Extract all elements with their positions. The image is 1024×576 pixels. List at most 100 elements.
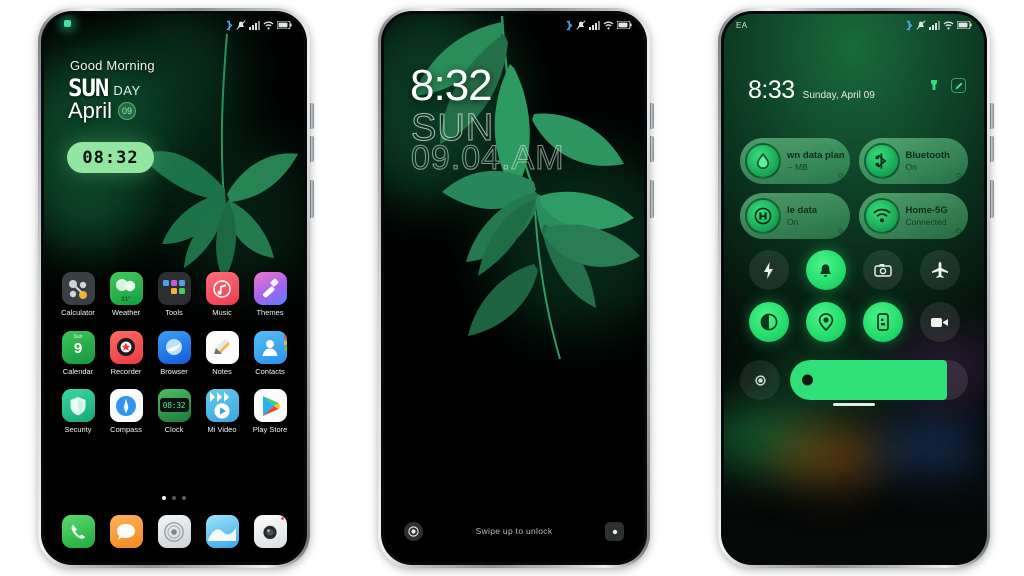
gallery-icon[interactable] — [205, 515, 239, 548]
tile-data-plan[interactable]: wn data plan -- MB — [740, 138, 850, 184]
voice-assistant-icon[interactable] — [404, 521, 423, 541]
tile-expand-dot[interactable] — [837, 173, 843, 178]
signal-icon — [249, 20, 260, 30]
app-clock[interactable]: 08:32 Clock — [150, 389, 198, 434]
status-bar — [384, 14, 644, 36]
date-number-badge: 09 — [118, 102, 137, 120]
cast-toggle[interactable] — [862, 302, 903, 342]
tile-expand-dot[interactable] — [837, 228, 843, 233]
tile-wifi[interactable]: Home-5G Connected — [858, 193, 968, 239]
dark-mode-toggle[interactable] — [748, 302, 789, 342]
app-label: Recorder — [110, 366, 142, 376]
app-calendar[interactable]: Sun 9 Calendar — [54, 330, 102, 376]
app-weather[interactable]: 31° Weather — [102, 272, 150, 317]
clock-widget[interactable]: 08:32 — [67, 142, 154, 173]
brightness-icon[interactable] — [740, 360, 780, 400]
page-indicator — [44, 496, 304, 500]
phone3-screen: EA 8:33 Sunday, April 09 wn data plan --… — [724, 14, 984, 562]
app-label: Browser — [160, 366, 188, 376]
control-center-header-icons — [926, 78, 966, 93]
tile-mobile-data[interactable]: le data On — [740, 193, 850, 239]
tile-bluetooth[interactable]: Bluetooth On — [858, 138, 968, 184]
recorder-icon — [109, 330, 143, 364]
unlock-hint: Swipe up to unlock — [475, 526, 553, 536]
app-themes[interactable]: Themes — [246, 272, 294, 317]
app-label: Calendar — [62, 366, 94, 376]
airplane-toggle[interactable] — [919, 250, 960, 290]
tile-expand-dot[interactable] — [956, 228, 961, 233]
brightness-slider[interactable] — [790, 360, 968, 400]
app-contacts[interactable]: Contacts — [246, 330, 294, 376]
power-button[interactable] — [310, 180, 314, 218]
volume-up-button[interactable] — [310, 103, 314, 129]
volume-up-button[interactable] — [990, 103, 994, 129]
location-toggle[interactable] — [805, 302, 846, 342]
camera-icon[interactable] — [253, 515, 287, 548]
edit-icon[interactable] — [951, 78, 966, 93]
calendar-date: 9 — [73, 339, 83, 357]
notes-icon — [205, 330, 239, 364]
app-security[interactable]: Security — [54, 389, 102, 434]
settings-icon[interactable] — [157, 515, 191, 548]
clock-icon-time: 08:32 — [162, 401, 186, 410]
data-plan-icon[interactable] — [745, 143, 781, 179]
wifi-icon[interactable] — [863, 198, 900, 234]
messages-icon[interactable] — [109, 515, 143, 548]
volume-down-button[interactable] — [310, 136, 314, 162]
battery-icon — [957, 21, 972, 29]
page-dot[interactable] — [162, 496, 166, 500]
app-play-store[interactable]: Play Store — [246, 389, 294, 434]
lockscreen-datetime: 09.04.AM — [411, 139, 565, 177]
app-music[interactable]: Music — [198, 272, 246, 317]
tile-subtitle: -- MB — [787, 161, 808, 172]
app-compass[interactable]: Compass — [102, 389, 150, 434]
compass-icon — [109, 389, 143, 422]
screenshot-toggle[interactable] — [862, 250, 903, 290]
phone3-bezel: EA 8:33 Sunday, April 09 wn data plan --… — [721, 11, 987, 565]
app-mi-video[interactable]: Mi Video — [198, 389, 246, 434]
brightness-slider-knob[interactable] — [802, 374, 813, 386]
page-dot[interactable] — [182, 496, 186, 500]
volume-down-button[interactable] — [650, 136, 654, 162]
phone-icon[interactable] — [61, 515, 95, 548]
tile-title: Home-5G — [905, 204, 948, 216]
greeting-text: Good Morning — [70, 58, 155, 73]
tile-title: Bluetooth — [905, 149, 950, 161]
app-browser[interactable]: Browser — [150, 330, 198, 376]
bluetooth-icon — [906, 20, 913, 30]
video-camera-icon — [931, 317, 948, 327]
camera-icon[interactable] — [605, 521, 624, 541]
mobile-data-icon[interactable] — [745, 198, 781, 234]
app-calculator[interactable]: Calculator — [54, 272, 102, 317]
flashlight-icon[interactable] — [926, 78, 941, 93]
power-button[interactable] — [650, 180, 654, 218]
phone1-screen: Good Morning SUN DAY April 09 08:32 Calc — [44, 14, 304, 562]
status-bar — [44, 14, 304, 36]
flashlight-toggle[interactable] — [748, 250, 789, 290]
app-label: Play Store — [252, 425, 288, 434]
page-dot[interactable] — [172, 496, 176, 500]
phone-mockup-control-center: EA 8:33 Sunday, April 09 wn data plan --… — [718, 8, 994, 568]
volume-down-button[interactable] — [990, 136, 994, 162]
power-button[interactable] — [990, 180, 994, 218]
home-indicator[interactable] — [833, 403, 875, 406]
themes-icon — [253, 272, 287, 305]
bluetooth-icon[interactable] — [863, 143, 900, 179]
weather-temp: 31° — [121, 296, 131, 303]
status-bar-icons — [226, 20, 292, 31]
tile-title: le data — [787, 204, 818, 216]
app-label: Calculator — [61, 308, 95, 317]
phone1-bezel: Good Morning SUN DAY April 09 08:32 Calc — [41, 11, 307, 565]
contrast-icon — [760, 313, 777, 331]
tile-expand-dot[interactable] — [956, 173, 961, 178]
tile-text: Home-5G Connected — [906, 205, 948, 228]
ring-toggle[interactable] — [805, 250, 846, 290]
app-notes[interactable]: Notes — [198, 330, 246, 376]
screen-record-toggle[interactable] — [919, 302, 960, 342]
music-icon — [205, 272, 239, 305]
control-center-clock: 8:33 — [748, 76, 795, 104]
app-recorder[interactable]: Recorder — [102, 330, 150, 376]
tile-subtitle: On — [905, 161, 917, 172]
volume-up-button[interactable] — [650, 103, 654, 129]
app-tools[interactable]: Tools — [150, 272, 198, 317]
